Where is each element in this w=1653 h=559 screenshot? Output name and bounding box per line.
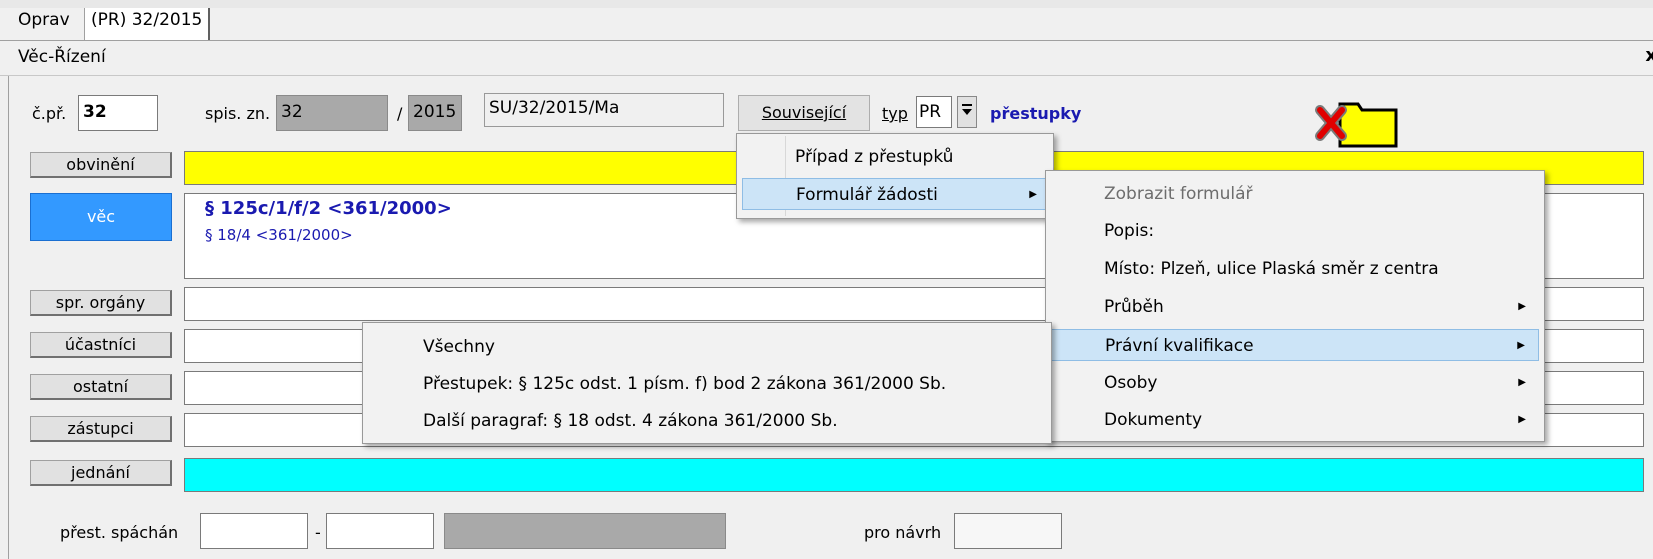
top-strip	[0, 0, 1653, 8]
menu-item-vsechny[interactable]: Všechny	[363, 331, 1051, 363]
menu-item-zobrazit[interactable]: Zobrazit formulář	[1046, 178, 1544, 210]
vec-line-2: § 18/4 <361/2000>	[205, 226, 353, 244]
ostatni-button[interactable]: ostatní	[30, 374, 172, 400]
close-icon[interactable]: x	[1645, 45, 1653, 66]
pro-navrh-label: pro návrh	[864, 523, 942, 542]
menu-item-label: Případ z přestupků	[795, 147, 954, 167]
menu-item-label: Dokumenty	[1104, 410, 1203, 430]
pro-navrh-field[interactable]	[954, 513, 1062, 549]
slash-label: /	[397, 104, 403, 123]
pravni-kvalifikace-submenu: Všechny Přestupek: § 125c odst. 1 písm. …	[362, 322, 1052, 444]
spr-organy-button[interactable]: spr. orgány	[30, 290, 172, 316]
submenu-arrow-icon: ▶	[1029, 189, 1037, 200]
prest-gray-field[interactable]	[444, 513, 726, 549]
typ-label: typ	[882, 104, 908, 123]
ucastnici-button[interactable]: účastníci	[30, 332, 172, 358]
typ-field[interactable]: PR	[916, 96, 952, 128]
cpr-field[interactable]: 32	[78, 95, 158, 131]
formular-submenu: Zobrazit formulář Popis: Místo: Plzeň, u…	[1045, 170, 1545, 442]
prest-to-field[interactable]	[326, 513, 434, 549]
spis-label: spis. zn.	[205, 104, 271, 123]
submenu-arrow-icon: ▶	[1517, 340, 1525, 351]
tab-bar: Oprav (PR) 32/2015	[0, 8, 1653, 40]
souvisejici-menu: Případ z přestupků Formulář žádosti ▶	[736, 133, 1054, 219]
submenu-arrow-icon: ▶	[1518, 301, 1526, 312]
menu-item-misto[interactable]: Místo: Plzeň, ulice Plaská směr z centra	[1046, 253, 1544, 285]
delete-folder-icon[interactable]	[1312, 98, 1398, 150]
menu-item-popis[interactable]: Popis:	[1046, 215, 1544, 247]
menu-item-label: Průběh	[1104, 297, 1164, 317]
zastupci-button[interactable]: zástupci	[30, 416, 172, 442]
menu-item-label: Všechny	[423, 337, 495, 357]
menu-item-label: Přestupek: § 125c odst. 1 písm. f) bod 2…	[423, 374, 947, 394]
souvisejici-label: Související	[761, 103, 847, 122]
year-field[interactable]: 2015	[408, 95, 462, 131]
menu-item-label: Právní kvalifikace	[1105, 336, 1254, 356]
menu-item-prestupek[interactable]: Přestupek: § 125c odst. 1 písm. f) bod 2…	[363, 368, 1051, 400]
panel-header: Věc-Řízení x	[0, 40, 1653, 76]
menu-item-pravni-kvalifikace[interactable]: Právní kvalifikace ▶	[1051, 329, 1539, 361]
prest-spachan-label: přest. spáchán	[60, 523, 179, 542]
menu-item-label: Formulář žádosti	[796, 185, 938, 205]
menu-item-pripad[interactable]: Případ z přestupků	[737, 141, 1053, 173]
menu-item-label: Místo: Plzeň, ulice Plaská směr z centra	[1104, 259, 1439, 279]
menu-item-dokumenty[interactable]: Dokumenty ▶	[1046, 404, 1544, 436]
menu-item-label: Osoby	[1104, 373, 1158, 393]
souvisejici-button[interactable]: Související	[738, 95, 870, 131]
menu-item-osoby[interactable]: Osoby ▶	[1046, 367, 1544, 399]
vec-button[interactable]: věc	[30, 193, 172, 241]
obvineni-button[interactable]: obvinění	[30, 152, 172, 178]
menu-item-formular[interactable]: Formulář žádosti ▶	[742, 178, 1048, 210]
menu-item-label: Popis:	[1104, 221, 1155, 241]
tab-case[interactable]: (PR) 32/2015	[84, 8, 211, 40]
spis-field[interactable]: 32	[276, 95, 388, 131]
menu-item-label: Zobrazit formulář	[1104, 184, 1253, 204]
dash-label: -	[315, 523, 321, 542]
prest-from-field[interactable]	[200, 513, 308, 549]
menu-item-prubeh[interactable]: Průběh ▶	[1046, 291, 1544, 323]
menu-item-dalsi-paragraf[interactable]: Další paragraf: § 18 odst. 4 zákona 361/…	[363, 405, 1051, 437]
vec-line-1: § 125c/1/f/2 <361/2000>	[205, 198, 452, 219]
typ-description: přestupky	[990, 104, 1082, 123]
panel-title: Věc-Řízení	[18, 47, 106, 67]
submenu-arrow-icon: ▶	[1518, 414, 1526, 425]
tab-oprav[interactable]: Oprav	[12, 8, 76, 40]
panel-border	[8, 76, 9, 559]
jednani-field[interactable]	[184, 458, 1644, 492]
menu-item-label: Další paragraf: § 18 odst. 4 zákona 361/…	[423, 411, 838, 431]
dropdown-arrow-icon[interactable]	[957, 96, 977, 128]
submenu-arrow-icon: ▶	[1518, 377, 1526, 388]
reference-field[interactable]: SU/32/2015/Ma	[484, 93, 724, 127]
cpr-label: č.př.	[32, 104, 67, 123]
jednani-button[interactable]: jednání	[30, 460, 172, 486]
